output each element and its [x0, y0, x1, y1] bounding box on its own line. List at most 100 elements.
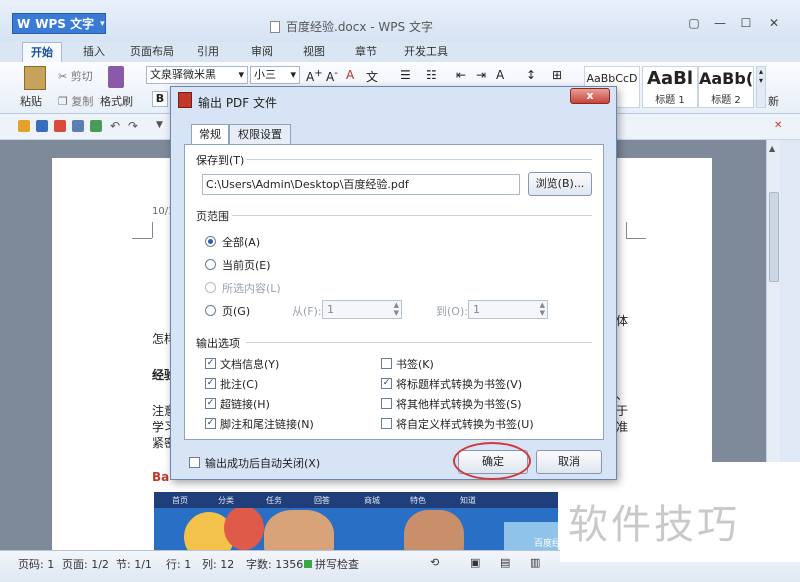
status-section: 节: 1/1 [116, 558, 152, 571]
tab-chapter[interactable]: 章节 [346, 42, 386, 62]
tab-review[interactable]: 审阅 [242, 42, 282, 62]
grow-font-icon[interactable]: A+ [306, 68, 323, 84]
spell-check-icon [304, 560, 312, 568]
doc-line: 准 [616, 420, 629, 434]
print-icon[interactable] [72, 120, 84, 132]
from-page-stepper[interactable]: 1 ▲ ▼ [322, 300, 402, 319]
checkbox-comments-label[interactable]: 批注(C) [220, 376, 258, 392]
banner-caption: 百度经 [534, 539, 562, 549]
tab-references[interactable]: 引用 [188, 42, 228, 62]
checkbox-hyperlinks[interactable]: ✓ [205, 398, 216, 409]
bullet-list-icon[interactable]: ☰ [400, 68, 411, 82]
table-icon[interactable]: ⊞ [552, 68, 562, 82]
style-heading-2[interactable]: AaBb( 标题 2 [698, 66, 754, 108]
checkbox-custom-bookmarks[interactable] [381, 418, 392, 429]
checkbox-footnotes-label[interactable]: 脚注和尾注链接(N) [220, 416, 314, 432]
checkbox-heading-bookmarks[interactable]: ✓ [381, 378, 392, 389]
status-word-count[interactable]: 字数: 1356 [246, 556, 303, 572]
radio-all-label[interactable]: 全部(A) [222, 234, 260, 250]
checkbox-bookmarks[interactable] [381, 358, 392, 369]
restore-window-button[interactable]: ▢ [680, 14, 708, 32]
font-name-select[interactable]: 文泉驿微米黑 ▾ [146, 66, 248, 84]
radio-current-page-label[interactable]: 当前页(E) [222, 257, 271, 273]
app-menu-button[interactable]: W WPS 文字 ▾ [12, 13, 106, 34]
style-heading-1[interactable]: AaBl 标题 1 [642, 66, 698, 108]
view-mode-icon[interactable]: ▣ [470, 556, 480, 569]
export-pdf-icon[interactable] [54, 120, 66, 132]
redo-icon[interactable]: ↷ [128, 119, 138, 133]
maximize-button[interactable]: ☐ [732, 14, 760, 32]
close-document-icon[interactable]: ✕ [774, 120, 782, 131]
view-mode-icon[interactable]: ▥ [530, 556, 540, 569]
checkbox-doc-info[interactable]: ✓ [205, 358, 216, 369]
tab-view[interactable]: 视图 [294, 42, 334, 62]
checkbox-hyperlinks-label[interactable]: 超链接(H) [220, 396, 270, 412]
chevron-down-icon: ▾ [290, 68, 296, 81]
text-effect-icon[interactable]: A [496, 68, 504, 82]
clear-format-icon[interactable]: A [346, 68, 354, 82]
checkbox-footnotes[interactable]: ✓ [205, 418, 216, 429]
cut-button[interactable]: ✂ 剪切 [58, 68, 93, 84]
output-path-input[interactable]: C:\Users\Admin\Desktop\百度经验.pdf [202, 174, 520, 195]
radio-current-page[interactable] [205, 259, 216, 270]
status-row: 行: 1 [166, 558, 192, 571]
checkbox-comments[interactable]: ✓ [205, 378, 216, 389]
tab-home[interactable]: 开始 [22, 42, 62, 62]
paste-button[interactable]: 粘贴 [20, 93, 42, 109]
new-style-button[interactable]: 新 [768, 93, 779, 109]
close-window-button[interactable]: ✕ [760, 14, 788, 32]
view-mode-icon[interactable]: ▤ [500, 556, 510, 569]
checkbox-bookmarks-label[interactable]: 书签(K) [396, 356, 434, 372]
numbered-list-icon[interactable]: ☷ [426, 68, 437, 82]
doc-line: 于 [616, 404, 629, 418]
banner-nav-item: 商城 [364, 496, 380, 505]
shrink-font-icon[interactable]: A- [326, 68, 338, 84]
radio-pages-label[interactable]: 页(G) [222, 303, 250, 319]
scroll-thumb[interactable] [769, 192, 779, 282]
format-painter-button[interactable]: 格式刷 [100, 93, 133, 109]
undo-icon[interactable]: ↶ [110, 119, 120, 133]
history-icon[interactable]: ⟲ [430, 556, 439, 569]
checkbox-doc-info-label[interactable]: 文档信息(Y) [220, 356, 279, 372]
paste-icon[interactable] [24, 66, 46, 90]
cancel-button[interactable]: 取消 [536, 450, 602, 474]
format-painter-icon[interactable] [108, 66, 124, 88]
checkbox-auto-close-label[interactable]: 输出成功后自动关闭(X) [205, 455, 320, 471]
to-page-stepper[interactable]: 1 ▲ ▼ [468, 300, 548, 319]
app-name: WPS 文字 [35, 17, 95, 31]
checkbox-other-bookmarks-label[interactable]: 将其他样式转换为书签(S) [396, 396, 522, 412]
indent-icon[interactable]: ⇤ [456, 68, 466, 82]
customize-toolbar-icon[interactable]: ▼ [156, 120, 163, 130]
checkbox-auto-close[interactable] [189, 457, 200, 468]
tab-page-layout[interactable]: 页面布局 [124, 42, 180, 62]
print-preview-icon[interactable] [90, 120, 102, 132]
sort-icon[interactable]: ↕ [526, 68, 536, 82]
checkbox-custom-bookmarks-label[interactable]: 将自定义样式转换为书签(U) [396, 416, 534, 432]
to-label: 到(O): [436, 305, 468, 318]
spell-check-toggle[interactable]: 拼写检查 [304, 556, 359, 572]
checkbox-other-bookmarks[interactable] [381, 398, 392, 409]
phonetic-icon[interactable]: 文 [366, 68, 378, 85]
banner-nav-item: 任务 [266, 496, 282, 505]
browse-button[interactable]: 浏览(B)... [528, 172, 592, 196]
wps-logo-icon: W [17, 16, 31, 31]
outdent-icon[interactable]: ⇥ [476, 68, 486, 82]
minimize-button[interactable]: — [706, 14, 734, 32]
radio-all[interactable] [205, 236, 216, 247]
tab-general[interactable]: 常规 [191, 124, 229, 146]
checkbox-heading-bookmarks-label[interactable]: 将标题样式转换为书签(V) [396, 376, 522, 392]
copy-button[interactable]: ❐ 复制 [58, 93, 93, 109]
scroll-up-icon[interactable]: ▲ [769, 144, 775, 153]
save-icon[interactable] [36, 120, 48, 132]
font-size-select[interactable]: 小三 ▾ [250, 66, 300, 84]
radio-pages[interactable] [205, 305, 216, 316]
tab-permissions[interactable]: 权限设置 [229, 124, 291, 145]
styles-scroll[interactable]: ▴ ▾ [756, 66, 766, 108]
banner-nav-item: 分类 [218, 496, 234, 505]
tab-insert[interactable]: 插入 [74, 42, 114, 62]
open-icon[interactable] [18, 120, 30, 132]
bold-button[interactable]: B [152, 91, 168, 107]
banner-nav-item: 知道 [460, 496, 476, 505]
tab-developer[interactable]: 开发工具 [398, 42, 454, 62]
dialog-close-button[interactable]: x [570, 88, 610, 104]
